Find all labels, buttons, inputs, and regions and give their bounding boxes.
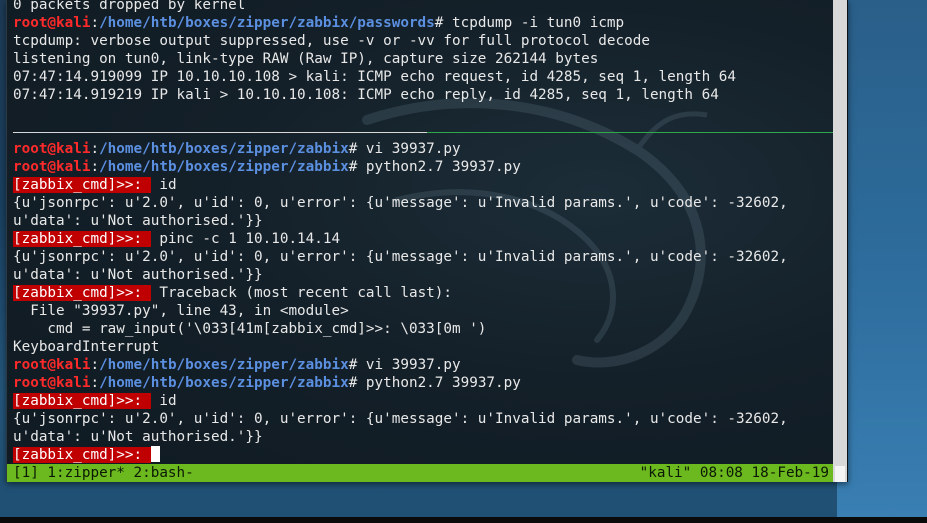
tmux-status-bar: [1] 1:zipper* 2:bash- "kali" 08:08 18-Fe… <box>7 464 833 482</box>
zabbix-prompt: [zabbix_cmd]>>: <box>13 285 151 301</box>
active-input-line[interactable]: [zabbix_cmd]>>: <box>13 446 833 464</box>
output-line: KeyboardInterrupt <box>13 339 160 355</box>
zabbix-prompt-line: [zabbix_cmd]>>: pinc -c 1 10.10.14.14 <box>13 231 341 247</box>
prompt-line: root@kali:/home/htb/boxes/zipper/zabbix#… <box>13 357 461 373</box>
zabbix-prompt-line: [zabbix_cmd]>>: id <box>13 177 177 193</box>
command-text: python2.7 39937.py <box>365 159 521 175</box>
separator-left <box>13 132 427 133</box>
output-line: u'data': u'Not authorised.'}} <box>13 267 263 283</box>
output-line: tcpdump: verbose output suppressed, use … <box>13 33 650 49</box>
output-line: cmd = raw_input('\033[41m[zabbix_cmd]>>:… <box>13 321 487 337</box>
prompt-line: root@kali:/home/htb/boxes/zipper/zabbix#… <box>13 375 521 391</box>
prompt-user: root@kali <box>13 15 91 31</box>
terminal-output: 0 packets dropped by kernel root@kali:/h… <box>13 0 833 464</box>
output-line: u'data': u'Not authorised.'}} <box>13 213 263 229</box>
tmux-window-list[interactable]: [1] 1:zipper* 2:bash- <box>13 464 194 482</box>
output-line: {u'jsonrpc': u'2.0', u'id': 0, u'error':… <box>13 195 788 211</box>
tmux-pane-separator[interactable] <box>13 122 833 140</box>
command-text: vi 39937.py <box>365 141 461 157</box>
prompt-path: /home/htb/boxes/zipper/zabbix/passwords <box>99 15 435 31</box>
output-line: u'data': u'Not authorised.'}} <box>13 429 263 445</box>
separator-right <box>427 132 833 133</box>
taskbar-edge <box>0 517 927 523</box>
zabbix-prompt: [zabbix_cmd]>>: <box>13 393 151 409</box>
prompt-line: root@kali:/home/htb/boxes/zipper/zabbix#… <box>13 141 461 157</box>
tmux-status-info: "kali" 08:08 18-Feb-19 <box>639 465 829 481</box>
prompt-line: root@kali:/home/htb/boxes/zipper/zabbix/… <box>13 15 625 31</box>
output-line: 07:47:14.919099 IP 10.10.10.108 > kali: … <box>13 69 737 85</box>
prompt-line: root@kali:/home/htb/boxes/zipper/zabbix#… <box>13 159 521 175</box>
output-line: {u'jsonrpc': u'2.0', u'id': 0, u'error':… <box>13 249 788 265</box>
scrollbar-thumb[interactable] <box>835 466 845 482</box>
terminal-scrollbar[interactable] <box>833 0 847 482</box>
zabbix-prompt: [zabbix_cmd]>>: <box>13 447 151 463</box>
output-line: {u'jsonrpc': u'2.0', u'id': 0, u'error':… <box>13 411 788 427</box>
zabbix-prompt-line: [zabbix_cmd]>>: id <box>13 393 177 409</box>
text-cursor <box>150 446 160 462</box>
command-text: vi 39937.py <box>365 357 461 373</box>
terminal-window[interactable]: 0 packets dropped by kernel root@kali:/h… <box>6 0 848 482</box>
output-line: listening on tun0, link-type RAW (Raw IP… <box>13 51 599 67</box>
desktop-background <box>837 0 927 523</box>
output-line: File "39937.py", line 43, in <module> <box>13 303 349 319</box>
output-line: 0 packets dropped by kernel <box>13 0 246 13</box>
command-text: tcpdump -i tun0 icmp <box>452 15 625 31</box>
command-text: python2.7 39937.py <box>365 375 521 391</box>
zabbix-prompt: [zabbix_cmd]>>: <box>13 177 151 193</box>
zabbix-prompt: [zabbix_cmd]>>: <box>13 231 151 247</box>
zabbix-prompt-line: [zabbix_cmd]>>: Traceback (most recent c… <box>13 285 452 301</box>
output-line: 07:47:14.919219 IP kali > 10.10.10.108: … <box>13 87 719 103</box>
